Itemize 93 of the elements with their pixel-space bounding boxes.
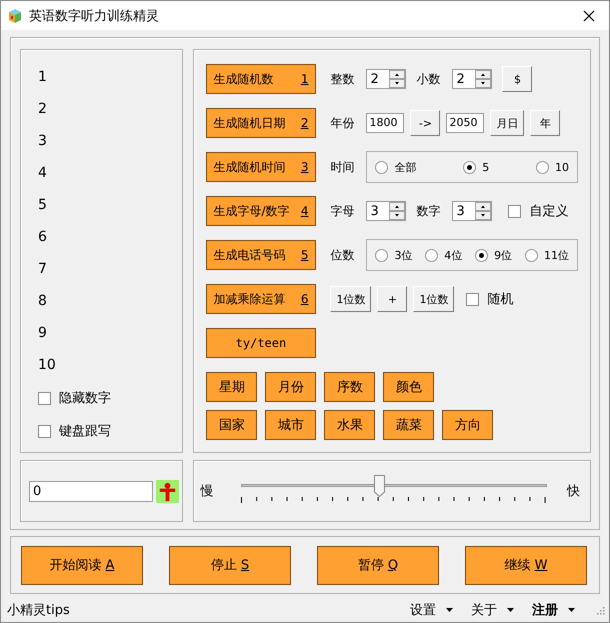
number-spinner[interactable]: 2: [366, 69, 406, 89]
number-spinner[interactable]: 3: [452, 201, 492, 221]
category-button[interactable]: 星期: [206, 372, 258, 402]
caret-icon: [507, 608, 514, 612]
category-button[interactable]: 水果: [324, 410, 376, 440]
speed-slider-track[interactable]: [241, 475, 547, 498]
option-button[interactable]: 月日: [490, 110, 524, 136]
option-button[interactable]: $: [502, 66, 532, 92]
radio-button[interactable]: [375, 160, 388, 174]
number-item: 9: [38, 324, 48, 343]
radio-label: 11位: [544, 248, 569, 262]
field-label: 整数: [330, 70, 356, 88]
generate-button[interactable]: 生成字母/数字 4: [206, 196, 316, 226]
option-button[interactable]: 1位数: [413, 286, 454, 312]
status-menu[interactable]: 关于: [471, 600, 514, 618]
generate-button[interactable]: 生成随机时间 3: [206, 152, 316, 182]
radio-label: 10: [554, 160, 569, 174]
generate-button[interactable]: 加减乘除运算 6: [206, 284, 316, 314]
spin-arrows-icon[interactable]: [389, 202, 406, 220]
radio-button[interactable]: [524, 248, 538, 262]
window-title: 英语数字听力训练精灵: [29, 8, 160, 24]
field-label: 数字: [416, 202, 442, 220]
field-label: 时间: [330, 158, 356, 176]
checkbox-label: 自定义: [529, 203, 568, 220]
checkbox[interactable]: [38, 392, 51, 404]
radio-button[interactable]: [536, 160, 549, 174]
number-item: 1: [38, 68, 48, 87]
option-button[interactable]: 年: [530, 110, 560, 136]
spin-arrows-icon[interactable]: [475, 70, 492, 88]
status-menu[interactable]: 设置: [410, 600, 453, 618]
option-button[interactable]: +: [377, 286, 408, 312]
slow-label: 慢: [200, 483, 214, 500]
count-field[interactable]: 0: [29, 480, 153, 502]
number-item: 2: [38, 100, 48, 119]
caret-icon: [446, 608, 453, 612]
checkbox-label: 隐藏数字: [59, 390, 111, 407]
checkbox[interactable]: [508, 204, 522, 218]
slider-thumb[interactable]: [374, 475, 385, 498]
category-button[interactable]: 月份: [265, 372, 316, 402]
generate-button[interactable]: 生成电话号码 5: [206, 240, 316, 270]
radio-button[interactable]: [475, 248, 488, 262]
action-button[interactable]: 开始阅读 A: [21, 546, 143, 584]
radio-button[interactable]: [425, 248, 438, 262]
number-spinner[interactable]: 2: [452, 69, 492, 89]
radio-label: 4位: [444, 248, 462, 262]
spin-arrows-icon[interactable]: [475, 202, 492, 220]
radio-button[interactable]: [375, 248, 388, 262]
close-icon[interactable]: [583, 10, 595, 22]
number-item: 10: [38, 356, 57, 375]
radio-label: 5: [482, 160, 490, 174]
generate-button[interactable]: ty/teen: [206, 328, 316, 358]
resize-grip-icon[interactable]: [595, 604, 605, 614]
checkbox-label: 键盘跟写: [59, 423, 111, 440]
person-icon[interactable]: [156, 480, 179, 503]
field-label: 年份: [330, 114, 356, 132]
category-button[interactable]: 国家: [206, 410, 258, 440]
field-label: 位数: [330, 246, 356, 264]
spin-arrows-icon[interactable]: [389, 70, 406, 88]
field-label: 小数: [416, 70, 442, 88]
year-field[interactable]: 2050: [446, 113, 484, 133]
action-button[interactable]: 继续 W: [465, 546, 587, 584]
status-text: 小精灵tips: [7, 602, 71, 618]
field-label: 字母: [330, 202, 356, 220]
category-button[interactable]: 序数: [324, 372, 376, 402]
category-button[interactable]: 蔬菜: [383, 410, 434, 440]
radio-label: 3位: [394, 248, 412, 262]
option-button[interactable]: ->: [410, 110, 440, 136]
category-button[interactable]: 方向: [442, 410, 494, 440]
checkbox[interactable]: [466, 292, 480, 306]
category-button[interactable]: 城市: [265, 410, 316, 440]
option-button[interactable]: 1位数: [330, 286, 372, 312]
number-item: 5: [38, 196, 48, 215]
status-menu[interactable]: 注册: [532, 600, 575, 618]
app-cube-icon: [7, 8, 23, 24]
year-field[interactable]: 1800: [366, 113, 404, 133]
number-item: 3: [38, 132, 48, 151]
checkbox-label: 随机: [487, 291, 514, 308]
radio-label: 全部: [394, 160, 416, 174]
action-button[interactable]: 暂停 Q: [317, 546, 439, 584]
number-spinner[interactable]: 3: [366, 201, 406, 221]
generate-button[interactable]: 生成随机日期 2: [206, 108, 316, 138]
number-item: 8: [38, 292, 48, 311]
caret-icon: [568, 608, 575, 612]
radio-label: 9位: [494, 248, 512, 262]
number-item: 6: [38, 228, 48, 247]
category-button[interactable]: 颜色: [383, 372, 434, 402]
checkbox[interactable]: [38, 424, 51, 438]
radio-button[interactable]: [463, 160, 476, 174]
action-button[interactable]: 停止 S: [169, 546, 291, 584]
fast-label: 快: [567, 483, 580, 500]
generate-button[interactable]: 生成随机数 1: [206, 64, 316, 94]
number-item: 7: [38, 260, 48, 279]
number-item: 4: [38, 164, 48, 183]
